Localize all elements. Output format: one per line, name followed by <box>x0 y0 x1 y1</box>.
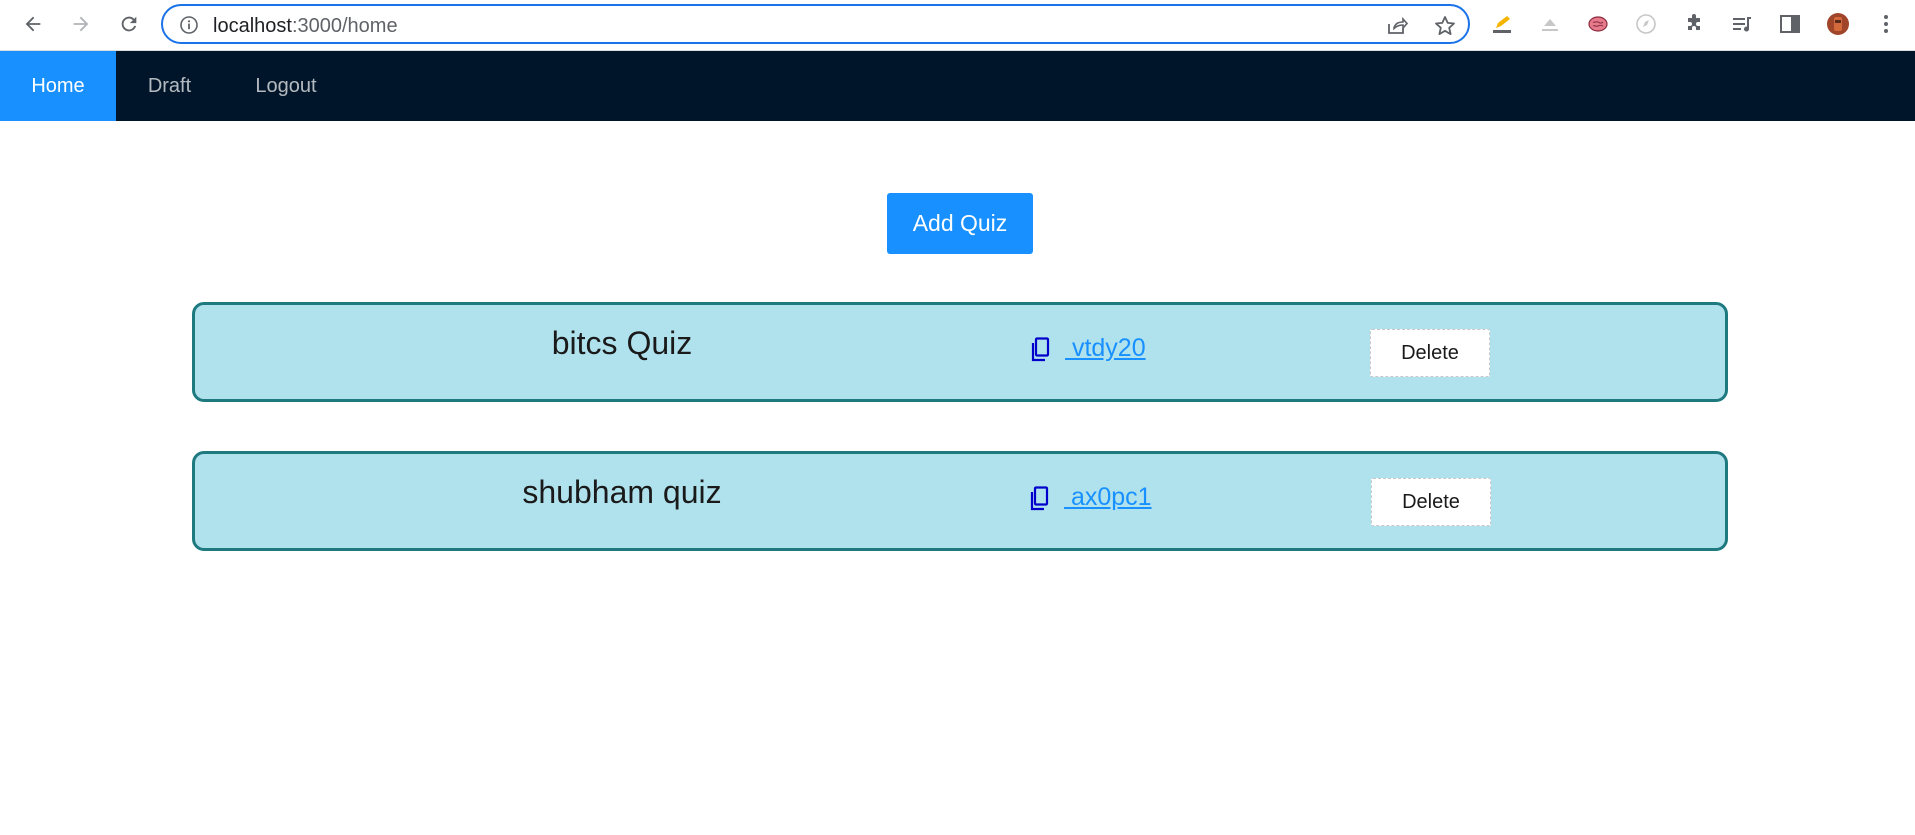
extension-pencil-icon[interactable] <box>1488 10 1516 38</box>
extension-brain-icon[interactable] <box>1584 10 1612 38</box>
copy-icon[interactable] <box>1029 337 1051 363</box>
url-path: :3000/home <box>291 15 398 37</box>
quiz-code-link[interactable]: ax0pc1 <box>1064 483 1152 512</box>
nav-item-draft[interactable]: Draft <box>116 51 223 121</box>
reload-icon <box>121 16 137 32</box>
nav-item-home[interactable]: Home <box>0 51 116 121</box>
quiz-card: bitcs Quiz vtdy20 Delete <box>192 302 1728 402</box>
reload-button[interactable] <box>113 8 145 40</box>
url-text: localhost:3000/home <box>213 15 398 38</box>
quiz-card: shubham quiz ax0pc1 Delete <box>192 451 1728 551</box>
copy-icon[interactable] <box>1028 486 1050 512</box>
site-info-icon[interactable] <box>179 15 199 35</box>
nav-item-logout[interactable]: Logout <box>223 51 349 121</box>
back-button[interactable] <box>17 8 49 40</box>
arrow-right-icon <box>73 16 89 32</box>
quiz-title: bitcs Quiz <box>551 325 693 361</box>
add-quiz-button[interactable]: Add Quiz <box>887 193 1033 254</box>
url-host: localhost <box>213 15 292 37</box>
quiz-title: shubham quiz <box>522 474 722 510</box>
delete-button[interactable]: Delete <box>1371 478 1491 526</box>
extension-compass-icon[interactable] <box>1632 10 1660 38</box>
arrow-left-icon <box>25 16 41 32</box>
extensions-puzzle-icon[interactable] <box>1680 10 1708 38</box>
share-icon[interactable] <box>1385 14 1409 38</box>
address-bar[interactable]: localhost:3000/home <box>161 4 1470 44</box>
extension-upload-icon[interactable] <box>1536 10 1564 38</box>
top-navbar: Home Draft Logout <box>0 51 1915 121</box>
quiz-code-link[interactable]: vtdy20 <box>1065 334 1146 363</box>
media-control-icon[interactable] <box>1728 10 1756 38</box>
forward-button[interactable] <box>65 8 97 40</box>
browser-menu-icon[interactable] <box>1872 10 1900 38</box>
profile-avatar[interactable] <box>1824 10 1852 38</box>
browser-toolbar: localhost:3000/home <box>0 0 1915 51</box>
delete-button[interactable]: Delete <box>1370 329 1490 377</box>
bookmark-star-icon[interactable] <box>1433 14 1457 38</box>
side-panel-icon[interactable] <box>1776 10 1804 38</box>
